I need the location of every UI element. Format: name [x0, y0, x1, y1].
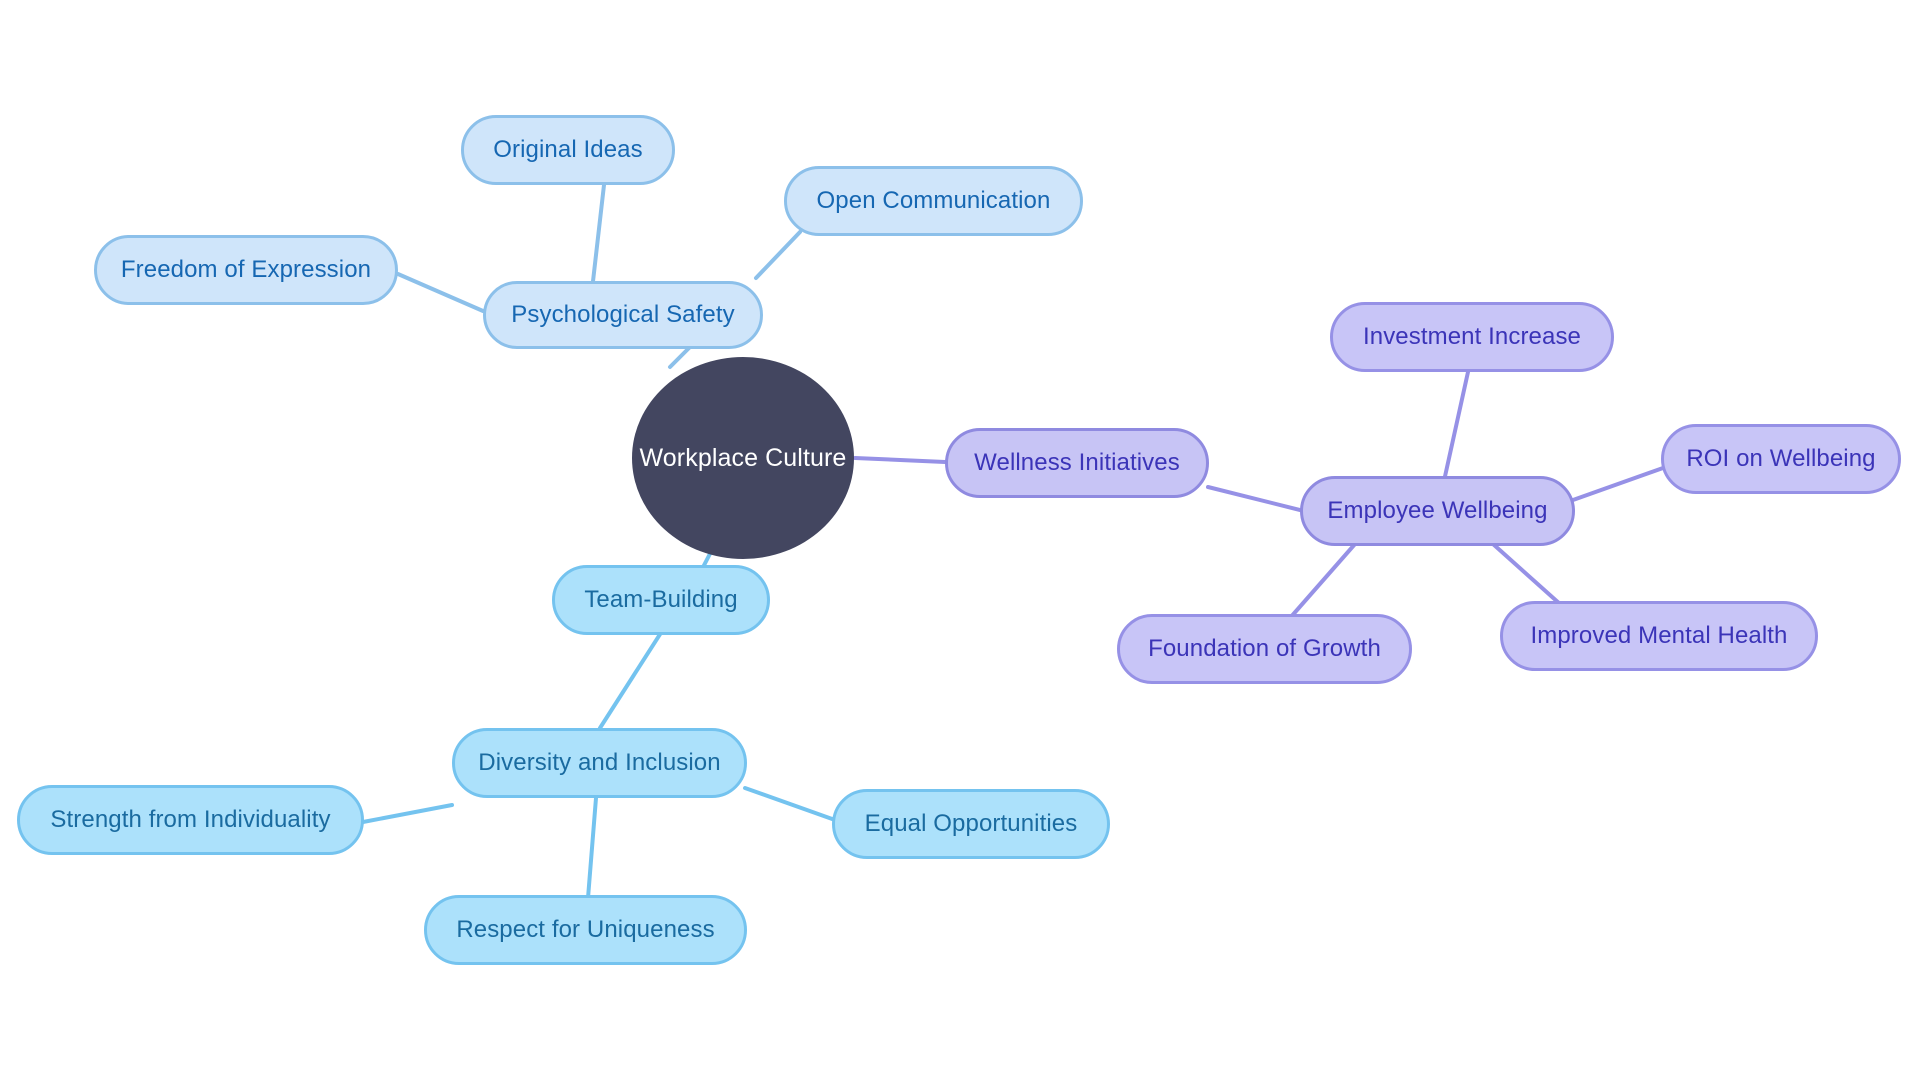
edge-psychological-safety-freedom-of-expression	[396, 272, 485, 313]
edge-wellness-employee-wellbeing	[1206, 485, 1310, 514]
edge-root-wellness-initiatives	[853, 456, 947, 464]
node-label: Workplace Culture	[639, 443, 847, 472]
node-original-ideas[interactable]: Original Ideas	[461, 115, 675, 185]
node-label: Open Communication	[816, 187, 1051, 215]
node-improved-mental-health[interactable]: Improved Mental Health	[1500, 601, 1818, 671]
node-label: Original Ideas	[493, 136, 643, 164]
node-open-communication[interactable]: Open Communication	[784, 166, 1083, 236]
node-label: Foundation of Growth	[1148, 635, 1381, 663]
node-strength-from-individuality[interactable]: Strength from Individuality	[17, 785, 364, 855]
edge-team-building-diversity-and-inclusion	[598, 626, 666, 730]
node-label: Diversity and Inclusion	[478, 749, 721, 777]
edge-employee-wellbeing-foundation-of-growth	[1288, 542, 1357, 620]
node-foundation-of-growth[interactable]: Foundation of Growth	[1117, 614, 1412, 684]
node-label: Respect for Uniqueness	[456, 916, 715, 944]
node-investment-increase[interactable]: Investment Increase	[1330, 302, 1614, 372]
node-label: ROI on Wellbeing	[1686, 445, 1876, 473]
edge-employee-wellbeing-investment-increase	[1440, 370, 1470, 492]
edge-layer	[361, 183, 1665, 900]
node-wellness-initiatives[interactable]: Wellness Initiatives	[945, 428, 1209, 498]
edge-psychological-safety-open-communication	[754, 230, 802, 280]
node-label: Freedom of Expression	[120, 256, 372, 284]
edge-diversity-strength-from-individuality	[361, 803, 454, 824]
edge-psychological-safety-original-ideas	[590, 183, 606, 292]
edge-employee-wellbeing-roi-on-wellbeing	[1571, 466, 1665, 502]
edge-diversity-equal-opportunities	[743, 786, 837, 822]
node-respect-for-uniqueness[interactable]: Respect for Uniqueness	[424, 895, 747, 965]
node-root-workplace-culture[interactable]: Workplace Culture	[632, 357, 854, 559]
node-diversity-and-inclusion[interactable]: Diversity and Inclusion	[452, 728, 747, 798]
node-team-building[interactable]: Team-Building	[552, 565, 770, 635]
node-label: Investment Increase	[1362, 323, 1581, 351]
node-label: Improved Mental Health	[1530, 622, 1788, 650]
node-equal-opportunities[interactable]: Equal Opportunities	[832, 789, 1110, 859]
node-employee-wellbeing[interactable]: Employee Wellbeing	[1300, 476, 1575, 546]
mindmap-canvas: Workplace Culture Psychological Safety O…	[0, 0, 1920, 1080]
node-roi-on-wellbeing[interactable]: ROI on Wellbeing	[1661, 424, 1901, 494]
node-label: Wellness Initiatives	[974, 449, 1180, 477]
node-psychological-safety[interactable]: Psychological Safety	[483, 281, 763, 349]
node-label: Employee Wellbeing	[1327, 497, 1548, 525]
edge-employee-wellbeing-improved-mental-health	[1491, 542, 1562, 606]
node-label: Psychological Safety	[511, 301, 735, 329]
node-label: Team-Building	[584, 586, 738, 614]
node-label: Strength from Individuality	[50, 806, 331, 834]
node-label: Equal Opportunities	[864, 810, 1078, 838]
edge-diversity-respect-for-uniqueness	[586, 796, 598, 900]
node-freedom-of-expression[interactable]: Freedom of Expression	[94, 235, 398, 305]
